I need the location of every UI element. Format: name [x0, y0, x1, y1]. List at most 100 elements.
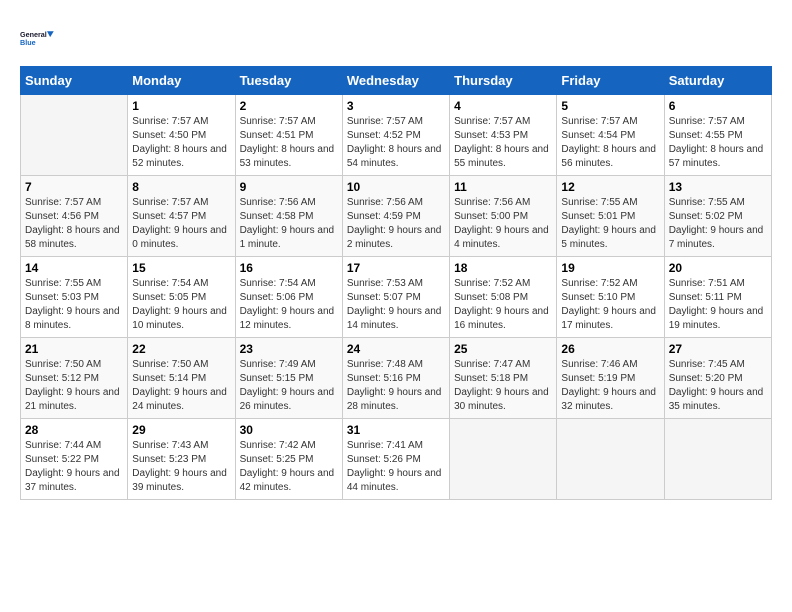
- calendar-cell: 9Sunrise: 7:56 AMSunset: 4:58 PMDaylight…: [235, 176, 342, 257]
- svg-text:Blue: Blue: [20, 38, 36, 47]
- day-info: Sunrise: 7:57 AMSunset: 4:56 PMDaylight:…: [25, 196, 123, 252]
- calendar-cell: 15 Sunrise: 7:54 AMSunset: 5:05 PMDayligh…: [128, 257, 235, 338]
- calendar-cell: 14Sunrise: 7:55 AMSunset: 5:03 PMDayligh…: [21, 257, 128, 338]
- weekday-row: SundayMondayTuesdayWednesdayThursdayFrid…: [21, 67, 772, 95]
- day-info: Sunrise: 7:50 AMSunset: 5:12 PMDaylight:…: [25, 358, 123, 414]
- day-info: Sunrise: 7:52 AMSunset: 5:10 PMDaylight:…: [561, 277, 659, 333]
- day-info: Sunrise: 7:41 AMSunset: 5:26 PMDaylight:…: [347, 439, 445, 495]
- calendar-cell: 28 Sunrise: 7:44 AMSunset: 5:22 PMDayligh…: [21, 419, 128, 500]
- day-number: 31: [347, 423, 445, 437]
- day-number: 13: [669, 180, 767, 194]
- calendar-cell: 13 Sunrise: 7:55 AMSunset: 5:02 PMDayligh…: [664, 176, 771, 257]
- day-info: Sunrise: 7:55 AMSunset: 5:01 PMDaylight:…: [561, 196, 659, 252]
- weekday-header: Wednesday: [342, 67, 449, 95]
- calendar-cell: 29 Sunrise: 7:43 AMSunset: 5:23 PMDayligh…: [128, 419, 235, 500]
- calendar-cell: 17 Sunrise: 7:53 AMSunset: 5:07 PMDayligh…: [342, 257, 449, 338]
- day-number: 18: [454, 261, 552, 275]
- calendar-cell: 20 Sunrise: 7:51 AMSunset: 5:11 PMDayligh…: [664, 257, 771, 338]
- calendar-week-row: 1 Sunrise: 7:57 AMSunset: 4:50 PMDaylight…: [21, 95, 772, 176]
- logo-icon: GeneralBlue: [20, 20, 56, 56]
- day-info: Sunrise: 7:57 AMSunset: 4:51 PMDaylight:…: [240, 115, 338, 171]
- calendar-cell: 7Sunrise: 7:57 AMSunset: 4:56 PMDaylight…: [21, 176, 128, 257]
- day-number: 8: [132, 180, 230, 194]
- day-number: 20: [669, 261, 767, 275]
- calendar-cell: [450, 419, 557, 500]
- calendar-cell: 19 Sunrise: 7:52 AMSunset: 5:10 PMDayligh…: [557, 257, 664, 338]
- day-number: 29: [132, 423, 230, 437]
- day-info: Sunrise: 7:55 AMSunset: 5:02 PMDaylight:…: [669, 196, 767, 252]
- day-number: 6: [669, 99, 767, 113]
- day-info: Sunrise: 7:54 AMSunset: 5:06 PMDaylight:…: [240, 277, 338, 333]
- day-info: Sunrise: 7:54 AMSunset: 5:05 PMDaylight:…: [132, 277, 230, 333]
- calendar-cell: 8 Sunrise: 7:57 AMSunset: 4:57 PMDaylight…: [128, 176, 235, 257]
- day-number: 15: [132, 261, 230, 275]
- day-info: Sunrise: 7:53 AMSunset: 5:07 PMDaylight:…: [347, 277, 445, 333]
- weekday-header: Sunday: [21, 67, 128, 95]
- day-info: Sunrise: 7:45 AMSunset: 5:20 PMDaylight:…: [669, 358, 767, 414]
- day-info: Sunrise: 7:57 AMSunset: 4:50 PMDaylight:…: [132, 115, 230, 171]
- day-number: 16: [240, 261, 338, 275]
- calendar-week-row: 14Sunrise: 7:55 AMSunset: 5:03 PMDayligh…: [21, 257, 772, 338]
- day-number: 2: [240, 99, 338, 113]
- day-number: 24: [347, 342, 445, 356]
- day-number: 14: [25, 261, 123, 275]
- calendar-cell: 3Sunrise: 7:57 AMSunset: 4:52 PMDaylight…: [342, 95, 449, 176]
- day-info: Sunrise: 7:56 AMSunset: 4:58 PMDaylight:…: [240, 196, 338, 252]
- calendar-cell: 27 Sunrise: 7:45 AMSunset: 5:20 PMDayligh…: [664, 338, 771, 419]
- weekday-header: Tuesday: [235, 67, 342, 95]
- weekday-header: Saturday: [664, 67, 771, 95]
- svg-text:General: General: [20, 30, 47, 39]
- calendar-header: SundayMondayTuesdayWednesdayThursdayFrid…: [21, 67, 772, 95]
- weekday-header: Monday: [128, 67, 235, 95]
- calendar-cell: 23 Sunrise: 7:49 AMSunset: 5:15 PMDayligh…: [235, 338, 342, 419]
- day-info: Sunrise: 7:56 AMSunset: 5:00 PMDaylight:…: [454, 196, 552, 252]
- day-number: 23: [240, 342, 338, 356]
- day-number: 1: [132, 99, 230, 113]
- calendar-cell: 5Sunrise: 7:57 AMSunset: 4:54 PMDaylight…: [557, 95, 664, 176]
- calendar-cell: 6 Sunrise: 7:57 AMSunset: 4:55 PMDaylight…: [664, 95, 771, 176]
- day-info: Sunrise: 7:57 AMSunset: 4:52 PMDaylight:…: [347, 115, 445, 171]
- calendar-cell: 30Sunrise: 7:42 AMSunset: 5:25 PMDayligh…: [235, 419, 342, 500]
- day-info: Sunrise: 7:47 AMSunset: 5:18 PMDaylight:…: [454, 358, 552, 414]
- day-info: Sunrise: 7:57 AMSunset: 4:57 PMDaylight:…: [132, 196, 230, 252]
- header: GeneralBlue: [20, 20, 772, 56]
- calendar-cell: 25 Sunrise: 7:47 AMSunset: 5:18 PMDayligh…: [450, 338, 557, 419]
- calendar-table: SundayMondayTuesdayWednesdayThursdayFrid…: [20, 66, 772, 500]
- calendar-body: 1 Sunrise: 7:57 AMSunset: 4:50 PMDaylight…: [21, 95, 772, 500]
- calendar-cell: 31 Sunrise: 7:41 AMSunset: 5:26 PMDayligh…: [342, 419, 449, 500]
- calendar-week-row: 7Sunrise: 7:57 AMSunset: 4:56 PMDaylight…: [21, 176, 772, 257]
- day-number: 11: [454, 180, 552, 194]
- day-number: 26: [561, 342, 659, 356]
- day-info: Sunrise: 7:42 AMSunset: 5:25 PMDaylight:…: [240, 439, 338, 495]
- day-number: 21: [25, 342, 123, 356]
- calendar-cell: 21 Sunrise: 7:50 AMSunset: 5:12 PMDayligh…: [21, 338, 128, 419]
- day-info: Sunrise: 7:43 AMSunset: 5:23 PMDaylight:…: [132, 439, 230, 495]
- calendar-week-row: 21 Sunrise: 7:50 AMSunset: 5:12 PMDayligh…: [21, 338, 772, 419]
- day-number: 12: [561, 180, 659, 194]
- day-info: Sunrise: 7:44 AMSunset: 5:22 PMDaylight:…: [25, 439, 123, 495]
- day-number: 10: [347, 180, 445, 194]
- day-info: Sunrise: 7:57 AMSunset: 4:53 PMDaylight:…: [454, 115, 552, 171]
- day-number: 27: [669, 342, 767, 356]
- day-number: 28: [25, 423, 123, 437]
- calendar-cell: 2 Sunrise: 7:57 AMSunset: 4:51 PMDaylight…: [235, 95, 342, 176]
- day-info: Sunrise: 7:52 AMSunset: 5:08 PMDaylight:…: [454, 277, 552, 333]
- day-number: 17: [347, 261, 445, 275]
- day-number: 19: [561, 261, 659, 275]
- calendar-week-row: 28 Sunrise: 7:44 AMSunset: 5:22 PMDayligh…: [21, 419, 772, 500]
- day-number: 4: [454, 99, 552, 113]
- calendar-cell: 18 Sunrise: 7:52 AMSunset: 5:08 PMDayligh…: [450, 257, 557, 338]
- day-info: Sunrise: 7:56 AMSunset: 4:59 PMDaylight:…: [347, 196, 445, 252]
- weekday-header: Thursday: [450, 67, 557, 95]
- day-info: Sunrise: 7:50 AMSunset: 5:14 PMDaylight:…: [132, 358, 230, 414]
- logo: GeneralBlue: [20, 20, 56, 56]
- day-info: Sunrise: 7:49 AMSunset: 5:15 PMDaylight:…: [240, 358, 338, 414]
- calendar-cell: 12 Sunrise: 7:55 AMSunset: 5:01 PMDayligh…: [557, 176, 664, 257]
- day-info: Sunrise: 7:57 AMSunset: 4:55 PMDaylight:…: [669, 115, 767, 171]
- day-info: Sunrise: 7:46 AMSunset: 5:19 PMDaylight:…: [561, 358, 659, 414]
- calendar-cell: 10 Sunrise: 7:56 AMSunset: 4:59 PMDayligh…: [342, 176, 449, 257]
- day-number: 5: [561, 99, 659, 113]
- day-number: 25: [454, 342, 552, 356]
- day-info: Sunrise: 7:51 AMSunset: 5:11 PMDaylight:…: [669, 277, 767, 333]
- calendar-cell: 26 Sunrise: 7:46 AMSunset: 5:19 PMDayligh…: [557, 338, 664, 419]
